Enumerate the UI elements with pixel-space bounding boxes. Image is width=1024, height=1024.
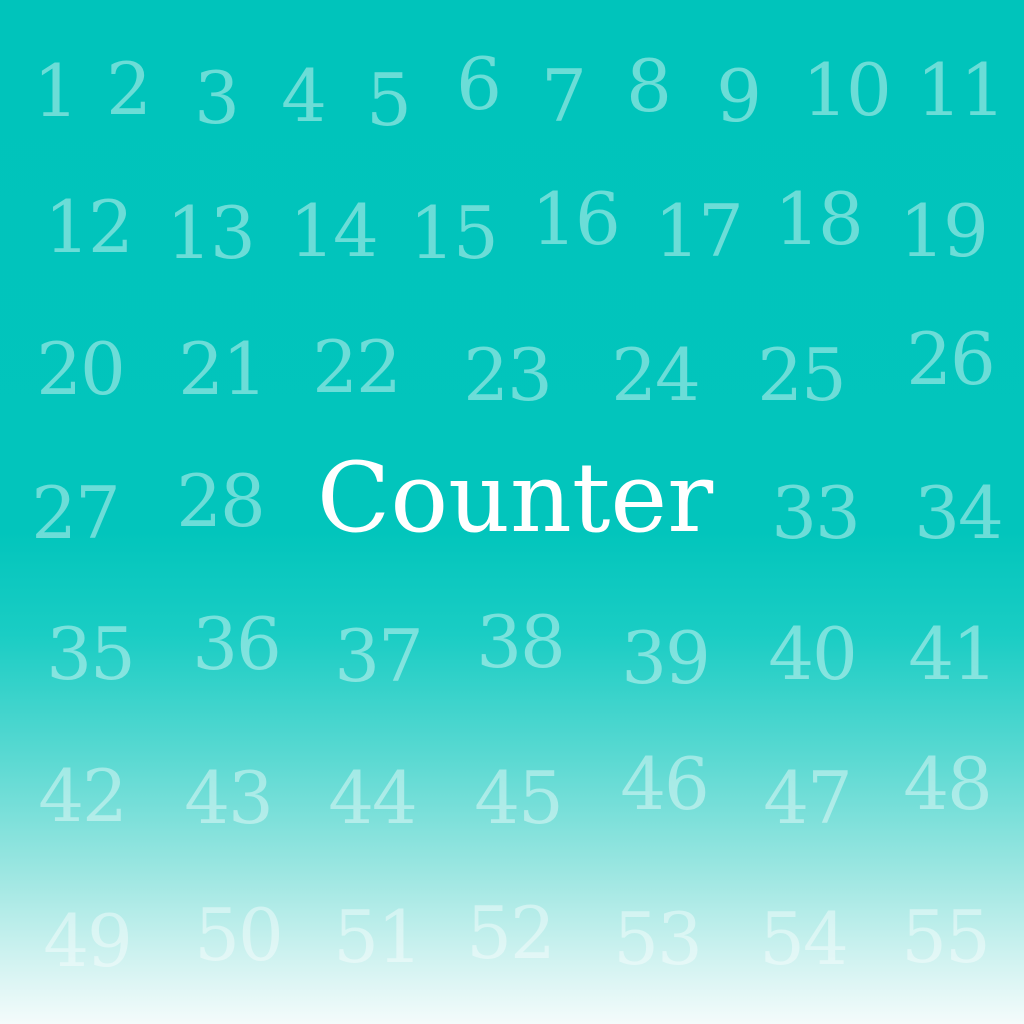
number: 40 — [768, 612, 858, 696]
number: 12 — [44, 185, 134, 269]
number: 44 — [328, 756, 418, 840]
number: 39 — [621, 616, 711, 700]
number: 46 — [620, 742, 710, 826]
number-row-5: 35 36 37 38 39 40 41 — [0, 602, 1024, 750]
number: 55 — [901, 895, 991, 979]
counter-tile: 1 2 3 4 5 6 7 8 9 10 11 12 13 14 15 16 1… — [0, 0, 1024, 1024]
number: 18 — [774, 177, 864, 261]
number: 28 — [176, 459, 266, 543]
number: 21 — [178, 327, 268, 411]
number: 35 — [46, 612, 136, 696]
number: 42 — [38, 754, 128, 838]
number: 13 — [166, 191, 256, 275]
number-row-1: 1 2 3 4 5 6 7 8 9 10 11 — [0, 42, 1024, 190]
number: 43 — [184, 756, 274, 840]
number: 37 — [334, 614, 424, 698]
number: 41 — [908, 612, 998, 696]
number: 8 — [626, 44, 672, 128]
number: 17 — [654, 189, 744, 273]
number: 45 — [474, 756, 564, 840]
number: 54 — [759, 897, 849, 981]
number: 23 — [463, 333, 553, 417]
number: 3 — [194, 56, 240, 140]
number: 14 — [289, 189, 379, 273]
number: 11 — [916, 48, 1006, 132]
number: 36 — [192, 602, 282, 686]
number: 27 — [31, 471, 121, 555]
number: 16 — [531, 177, 621, 261]
number: 52 — [466, 891, 556, 975]
number: 38 — [476, 600, 566, 684]
number: 50 — [194, 893, 284, 977]
number: 1 — [33, 49, 79, 133]
number: 53 — [613, 897, 703, 981]
number-row-6: 42 43 44 45 46 47 48 — [0, 748, 1024, 892]
counter-title: Counter — [316, 442, 714, 554]
number-row-2: 12 13 14 15 16 17 18 19 — [0, 177, 1024, 325]
number: 48 — [903, 742, 993, 826]
number-row-7: 49 50 51 52 53 54 55 — [0, 895, 1024, 1024]
number: 24 — [611, 333, 701, 417]
number: 2 — [106, 47, 152, 131]
number: 22 — [312, 325, 402, 409]
number: 49 — [43, 899, 133, 983]
number: 34 — [914, 471, 1004, 555]
number: 20 — [36, 327, 126, 411]
number: 51 — [333, 895, 423, 979]
number: 5 — [366, 58, 412, 142]
number: 33 — [771, 471, 861, 555]
number: 26 — [906, 317, 996, 401]
number: 19 — [899, 189, 989, 273]
number: 7 — [541, 54, 587, 138]
number: 4 — [281, 54, 327, 138]
number: 10 — [802, 48, 892, 132]
number: 25 — [757, 333, 847, 417]
number: 9 — [716, 54, 762, 138]
number: 15 — [409, 191, 499, 275]
number: 47 — [763, 756, 853, 840]
number: 6 — [456, 42, 502, 126]
